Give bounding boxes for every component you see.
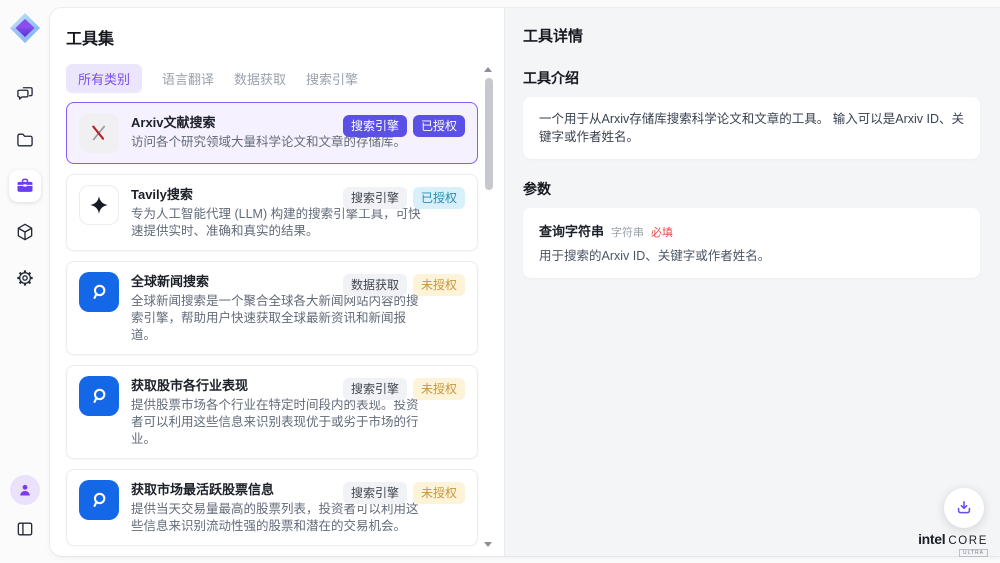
- cube-icon: [15, 222, 35, 242]
- folder-icon: [15, 130, 35, 150]
- param-type: 字符串: [611, 224, 644, 240]
- tool-category-badge: 搜索引擎: [343, 115, 407, 137]
- tools-panel: 工具集 所有类别语言翻译数据获取搜索引擎 Arxiv文献搜索 访问各个研究领域大…: [50, 8, 504, 556]
- tool-description: 提供股票市场各个行业在特定时间段内的表现。投资者可以利用这些信息来识别表现优于或…: [131, 397, 423, 448]
- tool-auth-badge: 已授权: [413, 187, 465, 209]
- tool-description: 全球新闻搜索是一个聚合全球各大新闻网站内容的搜索引擎，帮助用户快速获取全球最新资…: [131, 293, 423, 344]
- arxiv-x-icon: [79, 113, 119, 153]
- tool-auth-badge: 已授权: [413, 115, 465, 137]
- global-search-icon: [79, 376, 119, 416]
- settings-gear-icon: [15, 268, 35, 288]
- tool-list-item[interactable]: Arxiv文献搜索 访问各个研究领域大量科学论文和文章的存储库。 搜索引擎 已授…: [66, 102, 478, 164]
- user-avatar-button[interactable]: [10, 475, 40, 505]
- user-avatar-icon: [17, 482, 33, 498]
- intro-heading: 工具介绍: [523, 68, 980, 88]
- params-heading: 参数: [523, 179, 980, 199]
- tool-category-badge: 数据获取: [343, 274, 407, 296]
- collapse-sidebar-button[interactable]: [9, 513, 41, 545]
- intro-card: 一个用于从Arxiv存储库搜索科学论文和文章的工具。 输入可以是Arxiv ID…: [523, 97, 980, 159]
- intro-text: 一个用于从Arxiv存储库搜索科学论文和文章的工具。 输入可以是Arxiv ID…: [539, 110, 964, 146]
- scroll-up-arrow[interactable]: [484, 67, 492, 72]
- intel-wordmark: intel: [918, 531, 945, 547]
- sparkle-star-icon: [79, 185, 119, 225]
- param-description: 用于搜索的Arxiv ID、关键字或作者姓名。: [539, 248, 964, 265]
- tool-list-item[interactable]: 获取股市各行业表现 提供股票市场各个行业在特定时间段内的表现。投资者可以利用这些…: [66, 365, 478, 459]
- param-required-badge: 必填: [651, 224, 673, 240]
- tool-category-badge: 搜索引擎: [343, 187, 407, 209]
- split-view-icon: [15, 519, 35, 539]
- sidebar-files-button[interactable]: [9, 124, 41, 156]
- global-search-icon: [79, 272, 119, 312]
- intel-core-logo: intelcore ultra: [918, 531, 988, 549]
- tool-list-item[interactable]: Tavily搜索 专为人工智能代理 (LLM) 构建的搜索引擎工具，可快速提供实…: [66, 174, 478, 251]
- tool-auth-badge: 未授权: [413, 274, 465, 296]
- download-icon: [954, 498, 974, 518]
- scrollbar-thumb[interactable]: [485, 78, 493, 190]
- sidebar-tools-button[interactable]: [9, 170, 41, 202]
- tool-list-item[interactable]: 获取市场最活跃股票信息 提供当天交易量最高的股票列表，投资者可以利用这些信息来识…: [66, 469, 478, 546]
- category-tab-2[interactable]: 数据获取: [234, 64, 286, 93]
- category-tab-1[interactable]: 语言翻译: [162, 64, 214, 93]
- sidebar-chat-button[interactable]: [9, 78, 41, 110]
- download-button[interactable]: [944, 488, 984, 528]
- toolbox-icon: [15, 176, 35, 196]
- tool-auth-badge: 未授权: [413, 482, 465, 504]
- logo-diamond-icon: [9, 12, 41, 44]
- left-rail: [0, 0, 50, 563]
- chat-icon: [15, 84, 35, 104]
- tool-details-panel: 工具详情 工具介绍 一个用于从Arxiv存储库搜索科学论文和文章的工具。 输入可…: [504, 8, 1000, 556]
- tool-description: 提供当天交易量最高的股票列表，投资者可以利用这些信息来识别流动性强的股票和潜在的…: [131, 501, 423, 535]
- core-wordmark: core: [948, 535, 988, 547]
- details-title: 工具详情: [523, 25, 980, 46]
- sidebar-settings-button[interactable]: [9, 262, 41, 294]
- param-name: 查询字符串: [539, 221, 604, 240]
- tool-description: 专为人工智能代理 (LLM) 构建的搜索引擎工具，可快速提供实时、准确和真实的结…: [131, 206, 423, 240]
- app-logo[interactable]: [9, 12, 41, 44]
- ultra-badge: ultra: [959, 549, 988, 557]
- category-tabs: 所有类别语言翻译数据获取搜索引擎: [66, 66, 478, 90]
- tool-auth-badge: 未授权: [413, 378, 465, 400]
- category-tab-3[interactable]: 搜索引擎: [306, 64, 358, 93]
- category-tab-0[interactable]: 所有类别: [66, 64, 142, 93]
- scroll-down-arrow[interactable]: [484, 542, 492, 547]
- tool-list-item[interactable]: 全球新闻搜索 全球新闻搜索是一个聚合全球各大新闻网站内容的搜索引擎，帮助用户快速…: [66, 261, 478, 355]
- param-card: 查询字符串 字符串 必填 用于搜索的Arxiv ID、关键字或作者姓名。: [523, 208, 980, 278]
- page-title: 工具集: [66, 25, 478, 49]
- tool-list: Arxiv文献搜索 访问各个研究领域大量科学论文和文章的存储库。 搜索引擎 已授…: [66, 102, 478, 556]
- tool-category-badge: 搜索引擎: [343, 482, 407, 504]
- main-window: 工具集 所有类别语言翻译数据获取搜索引擎 Arxiv文献搜索 访问各个研究领域大…: [50, 8, 1000, 556]
- tool-category-badge: 搜索引擎: [343, 378, 407, 400]
- global-search-icon: [79, 480, 119, 520]
- sidebar-packages-button[interactable]: [9, 216, 41, 248]
